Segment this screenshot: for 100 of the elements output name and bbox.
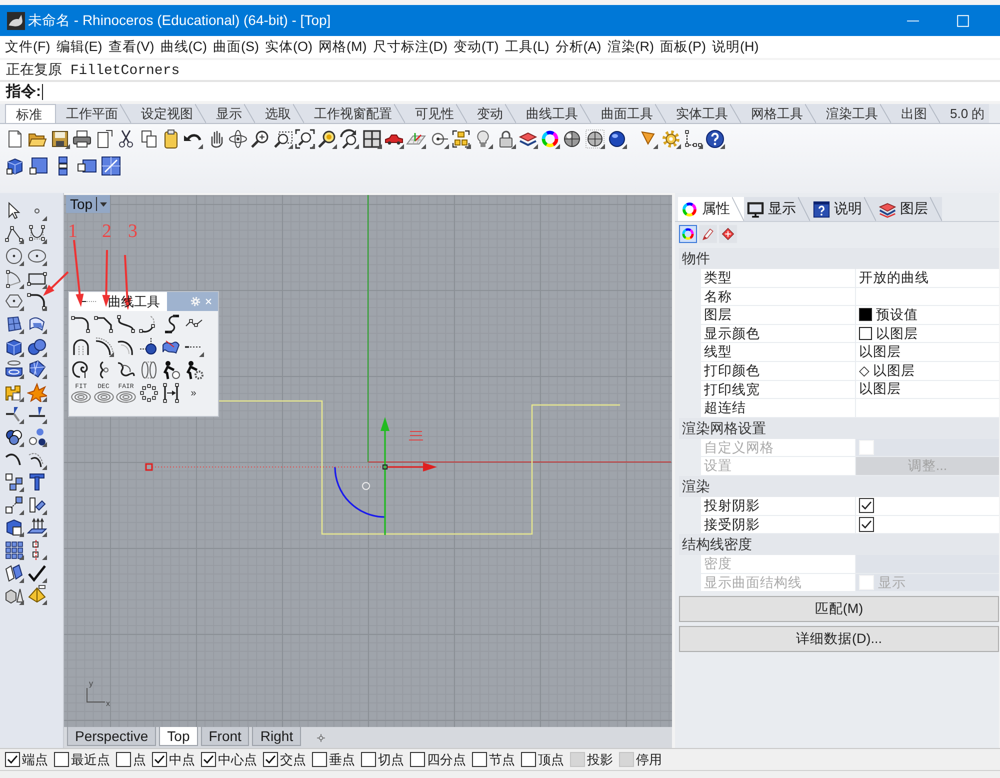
checkbox[interactable] [859, 516, 874, 532]
extrude-arrows-icon[interactable] [27, 517, 47, 538]
property-value[interactable]: 开放的曲线 [856, 269, 999, 287]
shaded-sphere-icon[interactable] [562, 129, 582, 149]
fillet-curve-icon[interactable] [71, 314, 91, 334]
osnap-label[interactable]: 最近点 [71, 750, 110, 768]
ball-on-axes-icon[interactable] [138, 337, 158, 357]
text-tool-icon[interactable] [27, 472, 47, 492]
menu-item[interactable]: 实体(O) [265, 38, 312, 56]
person-gear-icon[interactable] [184, 360, 204, 380]
curl-icon[interactable] [71, 360, 91, 380]
osnap-label[interactable]: 端点 [22, 750, 48, 768]
panel-tab[interactable]: 图层 [876, 197, 942, 221]
toolbar-tab[interactable]: 5.0 的 [940, 104, 989, 123]
toolbar-tab[interactable]: 标准 [5, 104, 56, 123]
chamfer-curve-icon[interactable] [94, 314, 114, 334]
scale-handle-icon[interactable] [408, 431, 424, 440]
property-value-field[interactable] [856, 399, 999, 417]
osnap-label[interactable]: 中心点 [218, 750, 257, 768]
toolbar-tab[interactable]: 可见性 [405, 104, 467, 123]
box-icon[interactable] [5, 156, 25, 176]
menu-item[interactable]: 渲染(R) [607, 38, 654, 56]
menu-item[interactable]: 曲线(C) [160, 38, 207, 56]
wireframe-sphere-icon[interactable] [584, 129, 605, 149]
four-viewports-icon[interactable] [362, 129, 382, 149]
point-ring-icon[interactable] [138, 383, 158, 403]
scale-icon[interactable] [27, 494, 47, 515]
split-icon[interactable] [4, 404, 24, 424]
viewport-tab[interactable]: Top [159, 727, 198, 746]
viewport-tab[interactable]: Right [252, 727, 302, 746]
rotate-view-icon[interactable] [339, 129, 360, 149]
menu-item[interactable]: 网格(M) [318, 38, 367, 56]
toolbar-tab[interactable]: 设定视图 [131, 104, 206, 123]
control-points-icon[interactable] [682, 129, 703, 149]
toolbar-tab[interactable]: 曲线工具 [516, 104, 591, 123]
color-wheel-icon[interactable] [679, 225, 697, 243]
cube-icon[interactable] [4, 336, 24, 357]
minimize-icon[interactable] [907, 20, 919, 22]
menu-item[interactable]: 查看(V) [108, 38, 154, 56]
section-header[interactable]: 渲染 [679, 476, 999, 497]
osnap-checkbox[interactable] [201, 752, 216, 767]
toolbar-tab[interactable]: 工作视窗配置 [304, 104, 405, 123]
viewport-tab[interactable]: Front [200, 727, 250, 746]
color-wheel-icon[interactable] [540, 129, 560, 149]
toolbar-tab[interactable]: 变动 [467, 104, 516, 123]
menu-item[interactable]: 文件(F) [5, 38, 50, 56]
viewport-tab[interactable]: Perspective [67, 727, 156, 746]
diagonal-viewport-icon[interactable] [101, 156, 121, 176]
twin-ellipses-icon[interactable] [138, 360, 158, 380]
osnap-checkbox[interactable] [263, 752, 278, 767]
menu-item[interactable]: 变动(T) [454, 38, 499, 56]
checkmark-icon[interactable] [27, 562, 47, 582]
zoom-in-icon[interactable] [250, 129, 270, 149]
panels-icon[interactable] [4, 562, 24, 582]
menu-item[interactable]: 曲面(S) [213, 38, 259, 56]
osnap-checkbox[interactable] [152, 752, 167, 767]
offset-arc-icon[interactable] [94, 337, 114, 357]
menu-item[interactable]: 分析(A) [555, 38, 602, 56]
toolbar-tab[interactable]: 选取 [255, 104, 304, 123]
menu-item[interactable]: 尺寸标注(D) [372, 38, 448, 56]
mesh-icon[interactable] [27, 359, 47, 380]
osnap-checkbox[interactable] [472, 752, 487, 767]
property-value[interactable]: 以图层 [856, 343, 999, 361]
menu-item[interactable]: 编辑(E) [56, 38, 102, 56]
glossy-sphere-icon[interactable] [607, 129, 628, 149]
maximize-icon[interactable] [957, 14, 969, 26]
viewport-square-icon[interactable] [29, 156, 49, 176]
osnap-checkbox[interactable] [521, 752, 536, 767]
osnap-label[interactable]: 切点 [378, 750, 404, 768]
texture-icon[interactable] [719, 225, 737, 243]
circle-icon[interactable] [4, 246, 24, 266]
panel-button[interactable]: 详细数据(D)... [679, 626, 999, 652]
grip-icon[interactable] [82, 298, 96, 305]
help-icon[interactable] [705, 129, 726, 149]
brush-icon[interactable] [699, 225, 717, 243]
toolbar-tab[interactable]: 出图 [891, 104, 940, 123]
control-point-curve-icon[interactable] [27, 224, 47, 244]
square-array-icon[interactable] [4, 540, 24, 560]
toolbar-tab[interactable]: 网格工具 [741, 104, 816, 123]
toolbar-tab[interactable]: 显示 [206, 104, 255, 123]
move-squares-icon[interactable] [4, 494, 24, 515]
three-circles-icon[interactable] [27, 426, 47, 447]
arch-icon[interactable] [71, 337, 91, 357]
property-value-cell[interactable]: 以图层 [856, 324, 999, 342]
pyramid-icon[interactable] [27, 585, 47, 606]
panel-tab[interactable]: 属性 [678, 197, 744, 221]
blend-curve-icon[interactable] [116, 314, 136, 334]
property-value[interactable]: ◇ 以图层 [856, 362, 999, 380]
section-header[interactable]: 渲染网格设置 [679, 418, 999, 439]
copy-icon[interactable] [138, 129, 159, 149]
osnap-checkbox[interactable] [361, 752, 376, 767]
osnap-label[interactable]: 四分点 [427, 750, 466, 768]
zoom-extents-icon[interactable] [294, 129, 315, 149]
osnap-label[interactable]: 垂点 [329, 750, 355, 768]
toolbar-tab[interactable]: 曲面工具 [591, 104, 666, 123]
panel-button[interactable]: 匹配(M) [679, 596, 999, 622]
add-tab-icon[interactable] [316, 732, 326, 742]
burst-icon[interactable] [27, 382, 47, 402]
menu-item[interactable]: 面板(P) [660, 38, 706, 56]
toolbar-tab[interactable]: 实体工具 [666, 104, 741, 123]
